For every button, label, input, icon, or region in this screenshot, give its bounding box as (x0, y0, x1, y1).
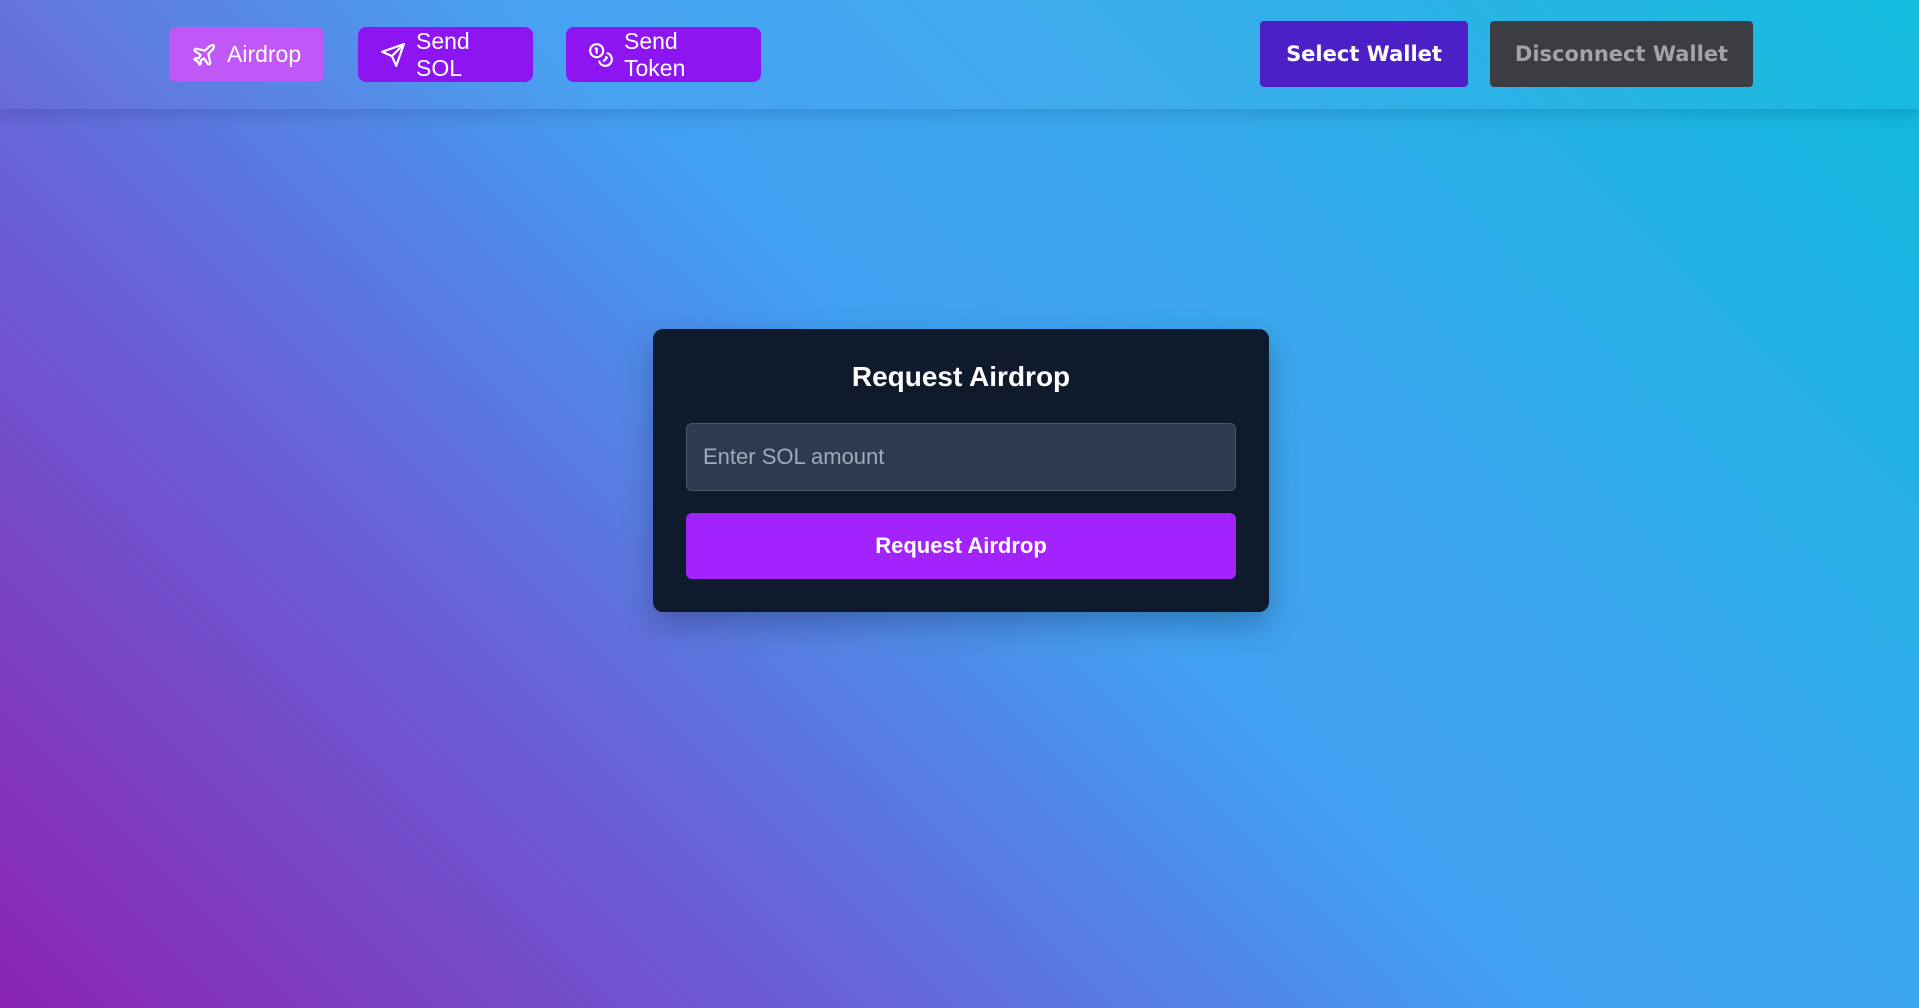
sol-amount-input[interactable] (686, 423, 1236, 491)
request-airdrop-button[interactable]: Request Airdrop (686, 513, 1236, 579)
select-wallet-label: Select Wallet (1286, 42, 1442, 66)
coins-icon (588, 42, 614, 68)
tab-airdrop-label: Airdrop (227, 41, 302, 67)
top-navbar: Airdrop Send SOL Send Token Select Walle… (0, 0, 1919, 109)
select-wallet-button[interactable]: Select Wallet (1260, 21, 1468, 87)
airdrop-card: Request Airdrop Request Airdrop (653, 329, 1269, 612)
disconnect-wallet-button[interactable]: Disconnect Wallet (1490, 21, 1753, 87)
tab-send-token-label: Send Token (624, 27, 686, 81)
send-icon (380, 42, 406, 68)
tab-send-sol[interactable]: Send SOL (358, 27, 533, 82)
plane-icon (191, 42, 217, 68)
tab-send-sol-label: Send SOL (416, 27, 470, 81)
tab-send-token[interactable]: Send Token (566, 27, 761, 82)
disconnect-wallet-label: Disconnect Wallet (1514, 42, 1729, 66)
card-title: Request Airdrop (851, 361, 1071, 392)
tab-airdrop[interactable]: Airdrop (169, 27, 324, 82)
